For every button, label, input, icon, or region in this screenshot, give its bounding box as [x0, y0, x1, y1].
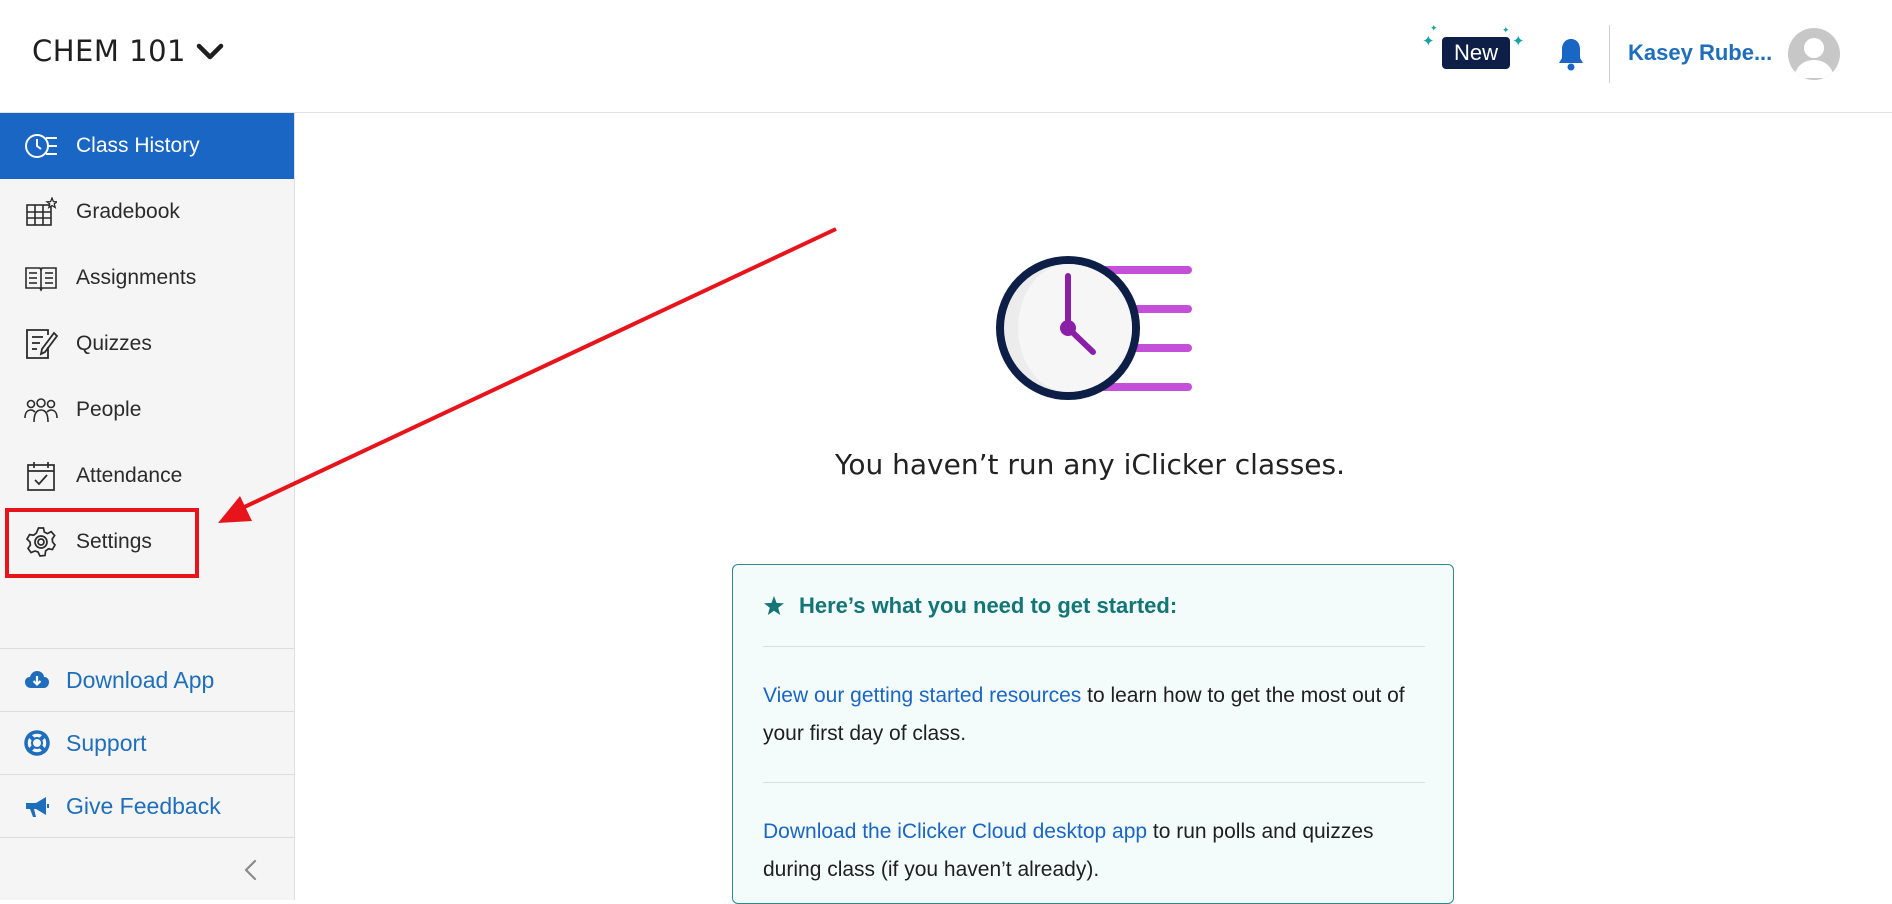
header-divider: [1609, 25, 1610, 83]
card-divider: [763, 646, 1425, 647]
download-app-label: Download App: [66, 666, 215, 693]
getting-started-resources-link[interactable]: View our getting started resources: [763, 684, 1081, 707]
star-icon: [764, 596, 784, 615]
course-switcher[interactable]: CHEM 101: [32, 34, 224, 68]
gear-icon: [24, 525, 58, 559]
sidebar-item-label: Settings: [76, 530, 152, 553]
chevron-left-icon[interactable]: [240, 857, 262, 883]
sidebar-item-gradebook[interactable]: Gradebook: [0, 179, 294, 245]
give-feedback-label: Give Feedback: [66, 792, 221, 819]
course-name: CHEM 101: [32, 34, 186, 68]
people-icon: [24, 393, 58, 427]
card-divider: [763, 782, 1425, 783]
quizzes-icon: [24, 327, 58, 361]
clock-illustration: [996, 256, 1192, 400]
give-feedback-link[interactable]: Give Feedback: [0, 775, 294, 837]
lifebuoy-icon: [24, 730, 50, 756]
sidebar-item-label: People: [76, 398, 142, 421]
sparkle-icon: ✦: [1502, 25, 1510, 35]
sidebar-item-label: Quizzes: [76, 332, 152, 355]
attendance-icon: [24, 459, 58, 493]
bell-icon[interactable]: [1556, 36, 1586, 72]
cloud-download-icon: [25, 671, 49, 688]
sidebar-item-label: Attendance: [76, 464, 183, 487]
card-paragraph-download: Download the iClicker Cloud desktop app …: [763, 813, 1433, 889]
chevron-down-icon: [196, 43, 224, 60]
sidebar-item-attendance[interactable]: Attendance: [0, 443, 294, 509]
sidebar-item-label: Assignments: [76, 266, 197, 289]
sidebar-item-label: Gradebook: [76, 200, 180, 223]
sidebar-item-quizzes[interactable]: Quizzes: [0, 311, 294, 377]
sparkle-icon: ✦: [1512, 33, 1525, 50]
assignments-icon: [24, 261, 58, 295]
whats-new-button[interactable]: ✦ ✦ ✦ ✦ New: [1420, 24, 1530, 84]
avatar[interactable]: [1788, 28, 1840, 80]
sidebar-item-settings[interactable]: Settings: [0, 509, 294, 575]
sparkle-icon: ✦: [1422, 33, 1435, 50]
sparkle-icon: ✦: [1430, 23, 1438, 33]
sidebar-item-assignments[interactable]: Assignments: [0, 245, 294, 311]
download-desktop-app-link[interactable]: Download the iClicker Cloud desktop app: [763, 820, 1147, 843]
user-silhouette-icon: [1794, 38, 1834, 78]
getting-started-card: Here’s what you need to get started: Vie…: [732, 564, 1454, 904]
sidebar-item-people[interactable]: People: [0, 377, 294, 443]
card-title: Here’s what you need to get started:: [799, 593, 1178, 618]
class-history-icon: [24, 129, 58, 163]
support-label: Support: [66, 729, 147, 756]
card-header: Here’s what you need to get started:: [763, 593, 1177, 619]
megaphone-icon: [26, 797, 49, 817]
support-link[interactable]: Support: [0, 712, 294, 774]
sidebar-item-class-history[interactable]: Class History: [0, 113, 294, 179]
top-bar: CHEM 101 ✦ ✦ ✦ ✦ New Kasey Rube...: [0, 0, 1892, 113]
new-badge: New: [1442, 37, 1511, 69]
sidebar: Class History Gradebook Assignments Quiz…: [0, 113, 295, 900]
empty-state-title: You haven’t run any iClicker classes.: [834, 448, 1346, 481]
user-name-link[interactable]: Kasey Rube...: [1628, 40, 1772, 66]
card-paragraph-resources: View our getting started resources to le…: [763, 677, 1433, 753]
download-app-link[interactable]: Download App: [0, 649, 294, 711]
gradebook-icon: [24, 195, 58, 229]
sidebar-item-label: Class History: [76, 134, 200, 157]
sidebar-divider: [0, 837, 294, 838]
